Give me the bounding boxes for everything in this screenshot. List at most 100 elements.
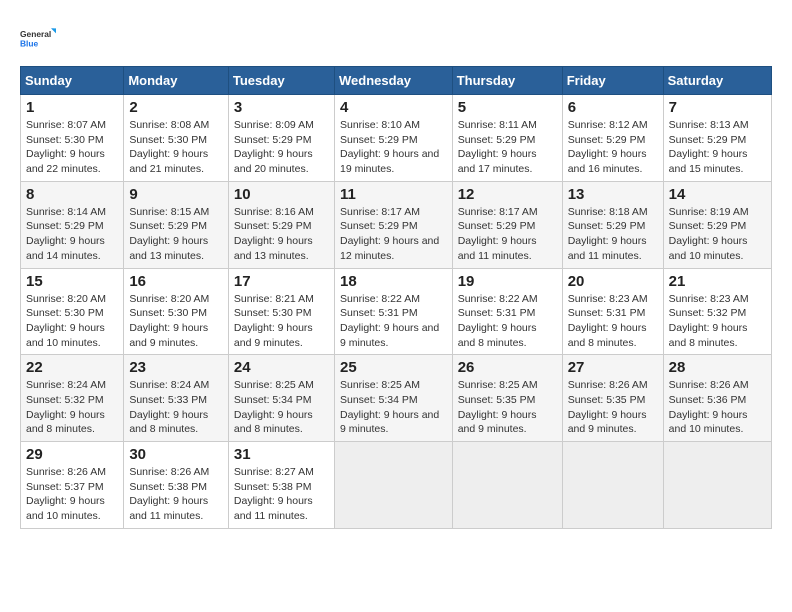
calendar-week-row: 8 Sunrise: 8:14 AMSunset: 5:29 PMDaylight…	[21, 181, 772, 268]
day-info: Sunrise: 8:22 AMSunset: 5:31 PMDaylight:…	[458, 292, 557, 351]
calendar-week-row: 29 Sunrise: 8:26 AMSunset: 5:37 PMDayligh…	[21, 442, 772, 529]
calendar-cell: 19 Sunrise: 8:22 AMSunset: 5:31 PMDayligh…	[452, 268, 562, 355]
calendar-cell: 16 Sunrise: 8:20 AMSunset: 5:30 PMDayligh…	[124, 268, 229, 355]
day-info: Sunrise: 8:24 AMSunset: 5:32 PMDaylight:…	[26, 378, 118, 437]
day-number: 12	[458, 186, 557, 203]
calendar-cell: 28 Sunrise: 8:26 AMSunset: 5:36 PMDayligh…	[663, 355, 771, 442]
calendar-cell: 27 Sunrise: 8:26 AMSunset: 5:35 PMDayligh…	[562, 355, 663, 442]
calendar-cell: 8 Sunrise: 8:14 AMSunset: 5:29 PMDaylight…	[21, 181, 124, 268]
calendar-cell: 24 Sunrise: 8:25 AMSunset: 5:34 PMDayligh…	[228, 355, 334, 442]
day-header-friday: Friday	[562, 67, 663, 95]
day-info: Sunrise: 8:23 AMSunset: 5:32 PMDaylight:…	[669, 292, 766, 351]
calendar-cell: 7 Sunrise: 8:13 AMSunset: 5:29 PMDaylight…	[663, 95, 771, 182]
day-number: 29	[26, 446, 118, 463]
day-number: 6	[568, 99, 658, 116]
day-number: 13	[568, 186, 658, 203]
calendar-week-row: 22 Sunrise: 8:24 AMSunset: 5:32 PMDayligh…	[21, 355, 772, 442]
day-header-saturday: Saturday	[663, 67, 771, 95]
calendar-cell: 3 Sunrise: 8:09 AMSunset: 5:29 PMDaylight…	[228, 95, 334, 182]
day-info: Sunrise: 8:18 AMSunset: 5:29 PMDaylight:…	[568, 205, 658, 264]
logo-svg: General Blue	[20, 20, 56, 56]
calendar-cell: 5 Sunrise: 8:11 AMSunset: 5:29 PMDaylight…	[452, 95, 562, 182]
svg-text:Blue: Blue	[20, 38, 39, 48]
day-info: Sunrise: 8:09 AMSunset: 5:29 PMDaylight:…	[234, 118, 329, 177]
calendar-cell: 2 Sunrise: 8:08 AMSunset: 5:30 PMDaylight…	[124, 95, 229, 182]
day-info: Sunrise: 8:25 AMSunset: 5:34 PMDaylight:…	[340, 378, 447, 437]
day-header-tuesday: Tuesday	[228, 67, 334, 95]
day-number: 26	[458, 359, 557, 376]
calendar-cell: 10Sunrise: 8:16 AMSunset: 5:29 PMDayligh…	[228, 181, 334, 268]
calendar-cell	[663, 442, 771, 529]
page-header: General Blue	[20, 20, 772, 56]
calendar-cell: 20 Sunrise: 8:23 AMSunset: 5:31 PMDayligh…	[562, 268, 663, 355]
day-info: Sunrise: 8:21 AMSunset: 5:30 PMDaylight:…	[234, 292, 329, 351]
day-number: 8	[26, 186, 118, 203]
day-number: 3	[234, 99, 329, 116]
day-info: Sunrise: 8:08 AMSunset: 5:30 PMDaylight:…	[129, 118, 223, 177]
day-info: Sunrise: 8:27 AMSunset: 5:38 PMDaylight:…	[234, 465, 329, 524]
calendar-cell: 14 Sunrise: 8:19 AMSunset: 5:29 PMDayligh…	[663, 181, 771, 268]
calendar-cell: 12 Sunrise: 8:17 AMSunset: 5:29 PMDayligh…	[452, 181, 562, 268]
svg-text:General: General	[20, 29, 51, 39]
day-info: Sunrise: 8:17 AMSunset: 5:29 PMDaylight:…	[340, 205, 447, 264]
day-number: 11	[340, 186, 447, 203]
day-number: 24	[234, 359, 329, 376]
day-number: 19	[458, 273, 557, 290]
day-number: 14	[669, 186, 766, 203]
day-header-sunday: Sunday	[21, 67, 124, 95]
day-header-thursday: Thursday	[452, 67, 562, 95]
calendar-cell: 29 Sunrise: 8:26 AMSunset: 5:37 PMDayligh…	[21, 442, 124, 529]
day-info: Sunrise: 8:22 AMSunset: 5:31 PMDaylight:…	[340, 292, 447, 351]
day-info: Sunrise: 8:15 AMSunset: 5:29 PMDaylight:…	[129, 205, 223, 264]
day-info: Sunrise: 8:26 AMSunset: 5:35 PMDaylight:…	[568, 378, 658, 437]
day-header-monday: Monday	[124, 67, 229, 95]
calendar-cell: 21 Sunrise: 8:23 AMSunset: 5:32 PMDayligh…	[663, 268, 771, 355]
day-number: 9	[129, 186, 223, 203]
calendar-cell: 11 Sunrise: 8:17 AMSunset: 5:29 PMDayligh…	[334, 181, 452, 268]
day-info: Sunrise: 8:14 AMSunset: 5:29 PMDaylight:…	[26, 205, 118, 264]
day-number: 30	[129, 446, 223, 463]
day-info: Sunrise: 8:13 AMSunset: 5:29 PMDaylight:…	[669, 118, 766, 177]
calendar-week-row: 1Sunrise: 8:07 AMSunset: 5:30 PMDaylight…	[21, 95, 772, 182]
day-number: 2	[129, 99, 223, 116]
day-number: 18	[340, 273, 447, 290]
day-info: Sunrise: 8:26 AMSunset: 5:37 PMDaylight:…	[26, 465, 118, 524]
calendar-cell: 4Sunrise: 8:10 AMSunset: 5:29 PMDaylight…	[334, 95, 452, 182]
day-info: Sunrise: 8:17 AMSunset: 5:29 PMDaylight:…	[458, 205, 557, 264]
day-info: Sunrise: 8:23 AMSunset: 5:31 PMDaylight:…	[568, 292, 658, 351]
day-number: 22	[26, 359, 118, 376]
day-number: 27	[568, 359, 658, 376]
day-number: 28	[669, 359, 766, 376]
day-number: 7	[669, 99, 766, 116]
day-number: 31	[234, 446, 329, 463]
day-number: 20	[568, 273, 658, 290]
day-number: 23	[129, 359, 223, 376]
day-info: Sunrise: 8:11 AMSunset: 5:29 PMDaylight:…	[458, 118, 557, 177]
calendar-cell: 22 Sunrise: 8:24 AMSunset: 5:32 PMDayligh…	[21, 355, 124, 442]
day-info: Sunrise: 8:25 AMSunset: 5:35 PMDaylight:…	[458, 378, 557, 437]
calendar-cell: 15Sunrise: 8:20 AMSunset: 5:30 PMDayligh…	[21, 268, 124, 355]
day-info: Sunrise: 8:26 AMSunset: 5:38 PMDaylight:…	[129, 465, 223, 524]
calendar-week-row: 15 Sunrise: 8:20 AMSunset: 5:30 PMDayligh…	[21, 268, 772, 355]
day-number: 21	[669, 273, 766, 290]
day-info: Sunrise: 8:16 AMSunset: 5:29 PMDaylight:…	[234, 205, 329, 264]
calendar-cell: 13 Sunrise: 8:18 AMSunset: 5:29 PMDayligh…	[562, 181, 663, 268]
day-number: 5	[458, 99, 557, 116]
day-number: 15	[26, 273, 118, 290]
day-info: Sunrise: 8:20 AMSunset: 5:30 PMDaylight:…	[129, 292, 223, 351]
calendar-cell: 30 Sunrise: 8:26 AMSunset: 5:38 PMDayligh…	[124, 442, 229, 529]
day-info: Sunrise: 8:24 AMSunset: 5:33 PMDaylight:…	[129, 378, 223, 437]
calendar-cell	[334, 442, 452, 529]
calendar-cell: 25 Sunrise: 8:25 AMSunset: 5:34 PMDayligh…	[334, 355, 452, 442]
day-number: 17	[234, 273, 329, 290]
day-info: Sunrise: 8:26 AMSunset: 5:36 PMDaylight:…	[669, 378, 766, 437]
day-info: Sunrise: 8:25 AMSunset: 5:34 PMDaylight:…	[234, 378, 329, 437]
day-info: Sunrise: 8:19 AMSunset: 5:29 PMDaylight:…	[669, 205, 766, 264]
day-number: 16	[129, 273, 223, 290]
day-number: 25	[340, 359, 447, 376]
calendar-cell: 9 Sunrise: 8:15 AMSunset: 5:29 PMDaylight…	[124, 181, 229, 268]
calendar-cell: 31 Sunrise: 8:27 AMSunset: 5:38 PMDayligh…	[228, 442, 334, 529]
day-number: 4	[340, 99, 447, 116]
calendar-cell: 23 Sunrise: 8:24 AMSunset: 5:33 PMDayligh…	[124, 355, 229, 442]
calendar-cell: 6Sunrise: 8:12 AMSunset: 5:29 PMDaylight…	[562, 95, 663, 182]
